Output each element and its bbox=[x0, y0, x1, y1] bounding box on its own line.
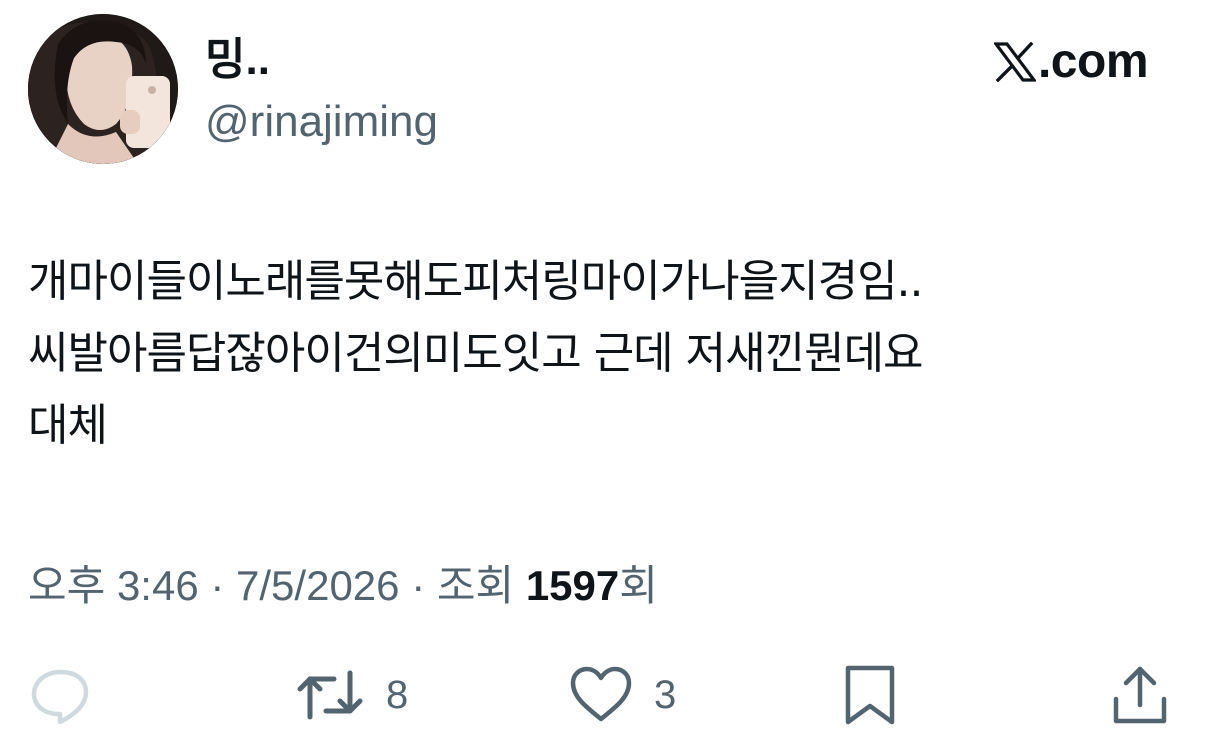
retweet-button[interactable]: 8 bbox=[294, 660, 408, 730]
bookmark-icon bbox=[845, 665, 895, 725]
brand-logo: .com bbox=[993, 34, 1149, 90]
reply-icon bbox=[31, 669, 89, 724]
display-name[interactable]: 밍.. bbox=[205, 30, 270, 90]
retweet-count: 8 bbox=[386, 673, 409, 717]
share-icon bbox=[1113, 666, 1167, 724]
reply-button[interactable] bbox=[28, 660, 94, 730]
heart-icon bbox=[570, 666, 632, 722]
avatar-photo bbox=[28, 14, 178, 164]
meta-separator: · bbox=[198, 562, 237, 609]
action-bar: 8 3 bbox=[0, 660, 1206, 730]
views-suffix: 회 bbox=[619, 562, 658, 609]
like-button[interactable]: 3 bbox=[568, 660, 676, 730]
bookmark-button[interactable] bbox=[842, 660, 898, 730]
tweet-meta: 오후 3:46 · 7/5/2026 · 조회 1597회 bbox=[28, 558, 658, 614]
user-handle[interactable]: @rinajiming bbox=[205, 92, 438, 152]
tweet-text: 개마이들이노래를못해도피처링마이가나을지경임.. 씨발아름답잖아이건의미도잇고 … bbox=[28, 256, 924, 451]
tweet-date[interactable]: 7/5/2026 bbox=[236, 562, 400, 609]
meta-separator: · bbox=[399, 562, 437, 609]
brand-name: .com bbox=[1037, 35, 1149, 88]
tweet-time[interactable]: 오후 3:46 bbox=[28, 562, 199, 609]
views-count: 1597 bbox=[525, 562, 620, 609]
avatar[interactable] bbox=[28, 14, 178, 164]
like-count: 3 bbox=[654, 673, 677, 717]
views-prefix: 조회 bbox=[436, 562, 526, 609]
retweet-icon bbox=[297, 670, 363, 720]
x-logo-icon bbox=[993, 42, 1036, 82]
share-button[interactable] bbox=[1110, 660, 1170, 730]
